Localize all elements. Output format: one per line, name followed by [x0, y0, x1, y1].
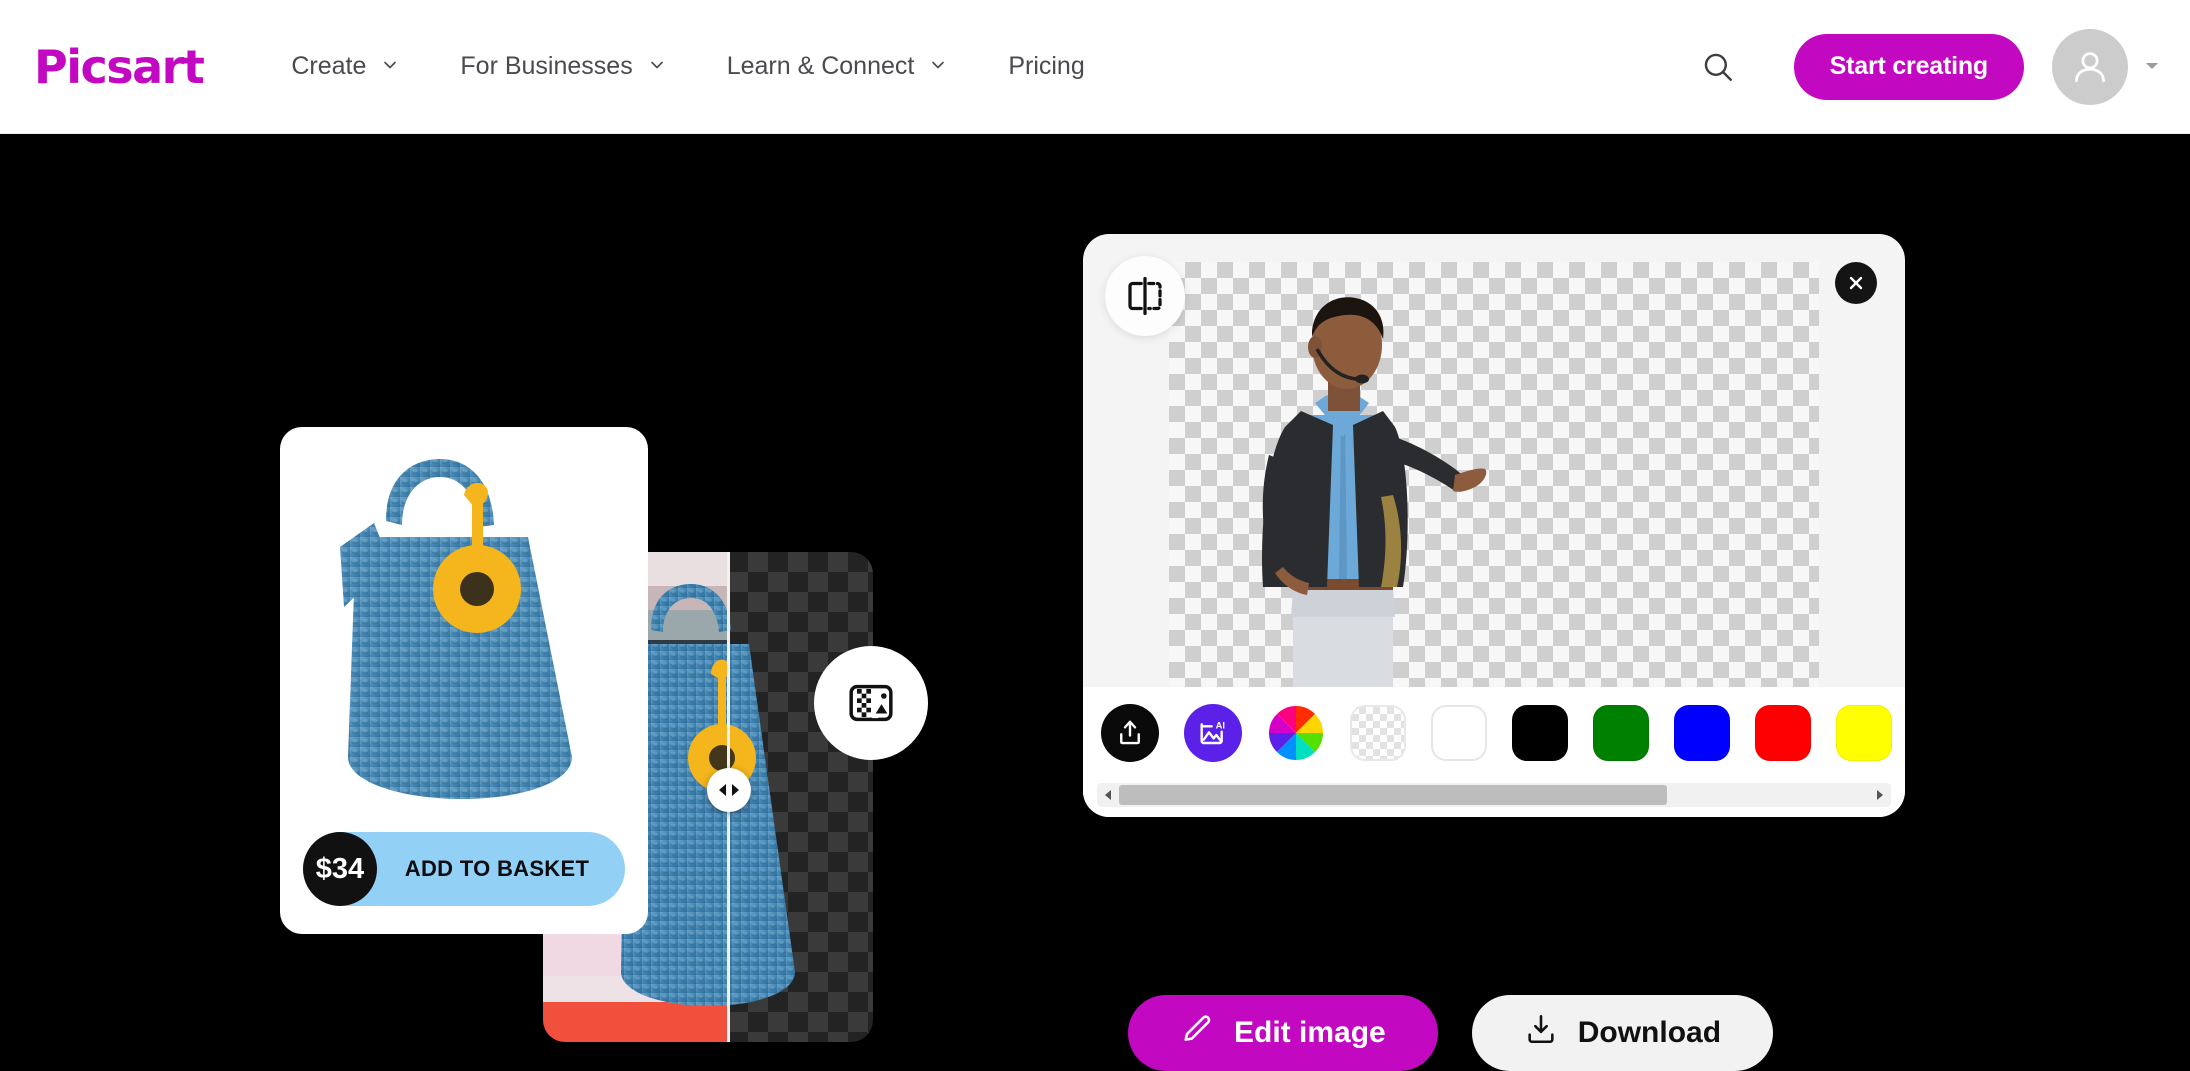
replace-background-button[interactable]	[814, 646, 928, 760]
color-wheel-icon	[1269, 706, 1323, 760]
pencil-icon	[1180, 1012, 1214, 1054]
header-actions: Start creating	[1688, 28, 2160, 105]
nav-item-create[interactable]: Create	[291, 52, 398, 81]
add-to-basket-label: ADD TO BASKET	[404, 856, 590, 881]
picsart-logo[interactable]: Picsart	[34, 44, 205, 90]
replace-background-icon	[849, 684, 893, 722]
chevron-down-icon	[930, 57, 946, 73]
horizontal-resize-handle-icon	[719, 784, 739, 796]
start-creating-button[interactable]: Start creating	[1793, 33, 2024, 100]
site-header: Picsart Create For Businesses Learn & Co…	[0, 0, 2190, 134]
nav-label: Pricing	[1008, 52, 1085, 80]
nav-item-pricing[interactable]: Pricing	[1008, 52, 1084, 81]
ai-image-icon: AI	[1200, 720, 1225, 745]
chevron-down-icon	[649, 57, 665, 73]
editor-canvas[interactable]	[1169, 262, 1819, 687]
edit-image-label: Edit image	[1234, 1016, 1386, 1049]
edit-image-button[interactable]: Edit image	[1128, 995, 1438, 1071]
subject-image	[1261, 297, 1487, 687]
download-button[interactable]: Download	[1471, 995, 1774, 1071]
before-after-slider-handle[interactable]	[707, 768, 751, 812]
swatch-green[interactable]	[1593, 705, 1649, 761]
account-menu[interactable]	[2052, 28, 2160, 105]
svg-text:AI: AI	[1216, 720, 1225, 730]
toolbar-scrollbar[interactable]	[1097, 783, 1891, 807]
swatch-yellow[interactable]	[1836, 705, 1892, 761]
upload-icon	[1120, 720, 1140, 745]
scrollbar-thumb[interactable]	[1119, 785, 1667, 805]
swatch-transparent[interactable]	[1350, 705, 1406, 761]
nav-item-for-businesses[interactable]: For Businesses	[460, 52, 664, 81]
upload-background-button[interactable]	[1101, 704, 1159, 762]
nav-label: Create	[291, 52, 367, 80]
chevron-down-icon	[382, 57, 398, 73]
ai-background-button[interactable]: AI	[1184, 704, 1242, 762]
product-image	[340, 459, 572, 799]
swatch-black[interactable]	[1512, 705, 1568, 761]
search-icon[interactable]	[1688, 37, 1748, 97]
nav-label: For Businesses	[460, 52, 633, 80]
scrollbar-track[interactable]	[1119, 783, 1869, 807]
flip-horizontal-icon	[1128, 276, 1162, 316]
arrow-right-icon[interactable]	[1869, 783, 1891, 807]
download-label: Download	[1577, 1016, 1722, 1049]
swatch-blue[interactable]	[1674, 705, 1730, 761]
nav-label: Learn & Connect	[726, 52, 915, 80]
flip-horizontal-button[interactable]	[1105, 256, 1185, 336]
arrow-left-icon[interactable]	[1097, 783, 1119, 807]
background-editor-panel: AI	[1083, 234, 1905, 817]
add-to-basket-button[interactable]: $34 ADD TO BASKET	[303, 832, 625, 906]
close-icon[interactable]	[1835, 262, 1877, 304]
swatch-red[interactable]	[1755, 705, 1811, 761]
swatch-white[interactable]	[1431, 705, 1487, 761]
price-badge: $34	[303, 832, 377, 906]
product-card: $34 ADD TO BASKET	[280, 427, 648, 934]
main-navigation: Create For Businesses Learn & Connect Pr…	[291, 52, 1084, 81]
background-toolbar: AI	[1083, 687, 1905, 817]
caret-down-icon[interactable]	[2144, 58, 2160, 76]
background-options-row: AI	[1101, 699, 1892, 767]
hero-stage: $34 ADD TO BASKET AI Edit image Download	[0, 134, 2190, 1071]
avatar[interactable]	[2052, 28, 2128, 105]
left-composition: $34 ADD TO BASKET	[0, 134, 1000, 1042]
color-picker-button[interactable]	[1267, 704, 1325, 762]
download-icon	[1524, 1012, 1558, 1054]
action-buttons: Edit image Download	[1128, 995, 1774, 1071]
nav-item-learn-connect[interactable]: Learn & Connect	[727, 52, 947, 81]
